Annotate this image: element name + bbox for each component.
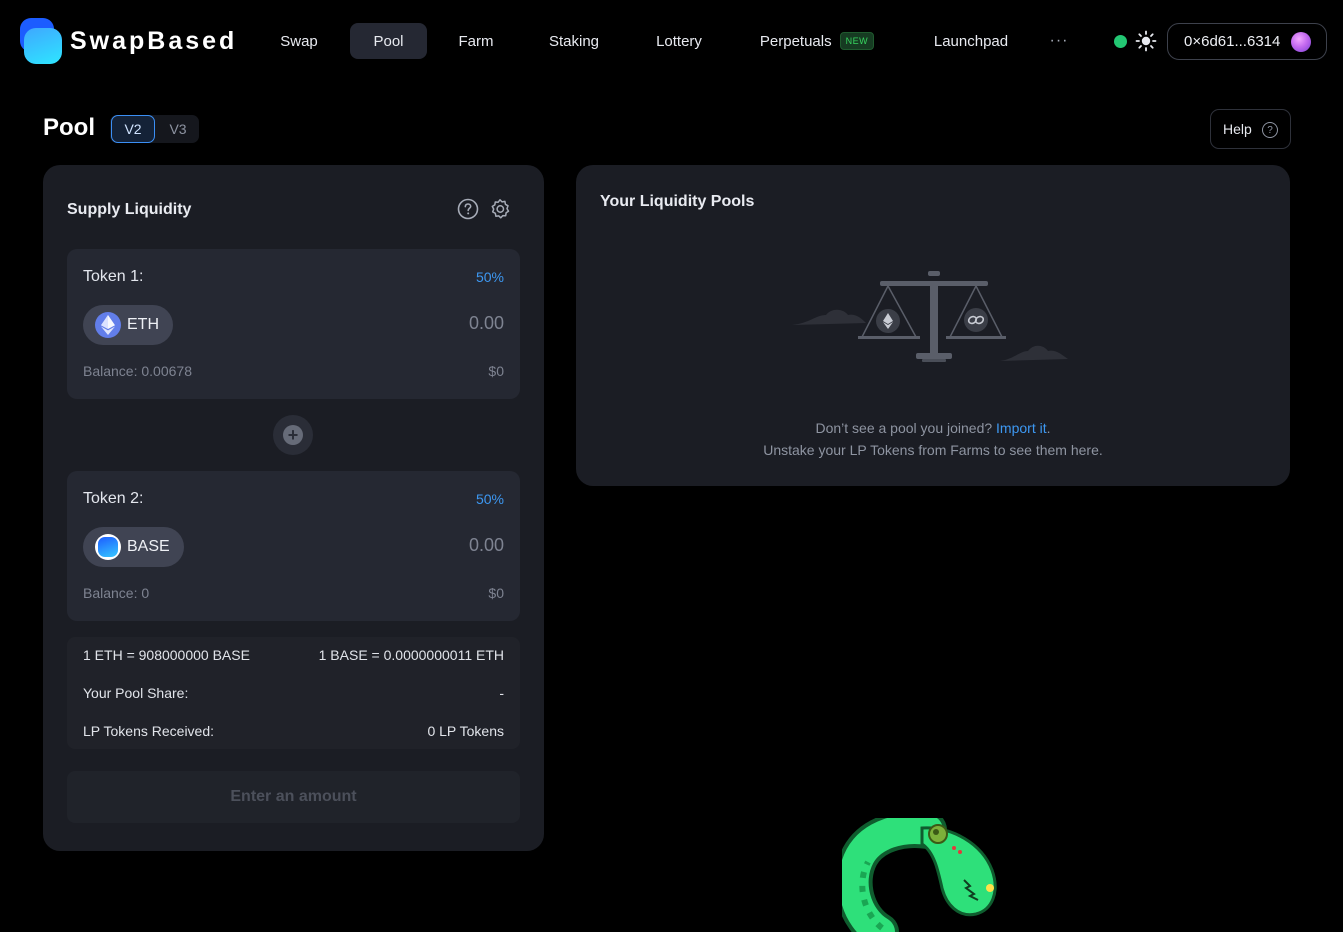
token2-label: Token 2: (83, 490, 144, 507)
enter-amount-button[interactable]: Enter an amount (67, 771, 520, 823)
empty-state-text: Don’t see a pool you joined? Import it. (576, 420, 1290, 436)
rate-left: 1 ETH = 908000000 BASE (83, 647, 250, 663)
nav-swap[interactable]: Swap (267, 23, 331, 59)
help-circle-icon[interactable] (457, 198, 479, 220)
token2-selector[interactable]: BASE (83, 527, 184, 567)
nav-perpetuals[interactable]: Perpetuals NEW (752, 23, 882, 59)
scale-icon (792, 271, 1068, 362)
more-menu-icon[interactable]: ··· (1048, 23, 1070, 59)
token2-panel: Token 2: 50% BASE 0.00 Balance: 0 $0 (67, 471, 520, 621)
network-status-dot (1114, 35, 1127, 48)
avatar (1291, 32, 1311, 52)
empty-prompt: Don’t see a pool you joined? (815, 420, 993, 436)
import-pool-link[interactable]: Import it (996, 420, 1047, 436)
gear-icon[interactable] (489, 198, 511, 220)
pool-info-panel: 1 ETH = 908000000 BASE 1 BASE = 0.000000… (67, 637, 520, 749)
supply-card-title: Supply Liquidity (67, 201, 192, 218)
nav-launchpad[interactable]: Launchpad (924, 23, 1018, 59)
rate-row: 1 ETH = 908000000 BASE 1 BASE = 0.000000… (83, 647, 504, 667)
rate-right: 1 BASE = 0.0000000011 ETH (318, 647, 504, 663)
token1-percent: 50% (475, 269, 504, 285)
pool-share-label: Your Pool Share: (83, 685, 189, 701)
token2-amount-input[interactable]: 0.00 (469, 535, 504, 556)
sun-icon[interactable] (1135, 30, 1157, 52)
lp-tokens-row: LP Tokens Received: 0 LP Tokens (83, 723, 504, 743)
nav-pool[interactable]: Pool (350, 23, 427, 59)
version-switch: V2 V3 (110, 115, 199, 143)
top-header: SwapBased Swap Pool Farm Staking Lottery… (0, 0, 1343, 82)
page-title: Pool (43, 114, 95, 141)
pool-share-value: - (499, 685, 504, 701)
token2-percent: 50% (475, 491, 504, 507)
pools-card-title: Your Liquidity Pools (600, 193, 755, 210)
supply-liquidity-card: Supply Liquidity Token 1: 50% ETH 0.00 B… (43, 165, 544, 851)
token1-symbol: ETH (127, 316, 159, 333)
eth-icon (95, 312, 121, 338)
lp-tokens-label: LP Tokens Received: (83, 723, 215, 739)
token1-usd-value: $0 (488, 363, 504, 379)
token2-usd-value: $0 (488, 585, 504, 601)
snake-mascot-icon[interactable] (842, 818, 1007, 932)
version-v3-tab[interactable]: V3 (160, 115, 196, 143)
nav-staking[interactable]: Staking (536, 23, 612, 59)
token1-selector[interactable]: ETH (83, 305, 173, 345)
unstake-hint: Unstake your LP Tokens from Farms to see… (763, 442, 1103, 458)
nav-perpetuals-label: Perpetuals (759, 32, 832, 50)
wallet-address: 0×6d61...6314 (1184, 33, 1281, 50)
token2-symbol: BASE (127, 538, 170, 555)
wallet-button[interactable]: 0×6d61...6314 (1167, 23, 1327, 60)
token1-balance: Balance: 0.00678 (83, 363, 192, 379)
nav-farm[interactable]: Farm (444, 23, 508, 59)
token2-balance: Balance: 0 (83, 585, 150, 601)
version-v2-tab[interactable]: V2 (111, 115, 155, 143)
token1-panel: Token 1: 50% ETH 0.00 Balance: 0.00678 $… (67, 249, 520, 399)
plus-icon: + (273, 415, 313, 455)
pool-share-row: Your Pool Share: - (83, 685, 504, 705)
liquidity-pools-card: Your Liquidity Pools Don’t see a pool yo… (576, 165, 1290, 486)
nav-lottery[interactable]: Lottery (644, 23, 714, 59)
token1-label: Token 1: (83, 268, 144, 285)
lp-tokens-value: 0 LP Tokens (427, 723, 504, 739)
help-circle-icon: ? (1262, 122, 1278, 138)
token1-amount-input[interactable]: 0.00 (469, 313, 504, 334)
import-suffix: . (1046, 420, 1051, 436)
help-label: Help (1223, 121, 1252, 137)
base-icon (95, 534, 121, 560)
help-button[interactable]: Help ? (1210, 109, 1291, 149)
new-badge: NEW (839, 32, 875, 50)
